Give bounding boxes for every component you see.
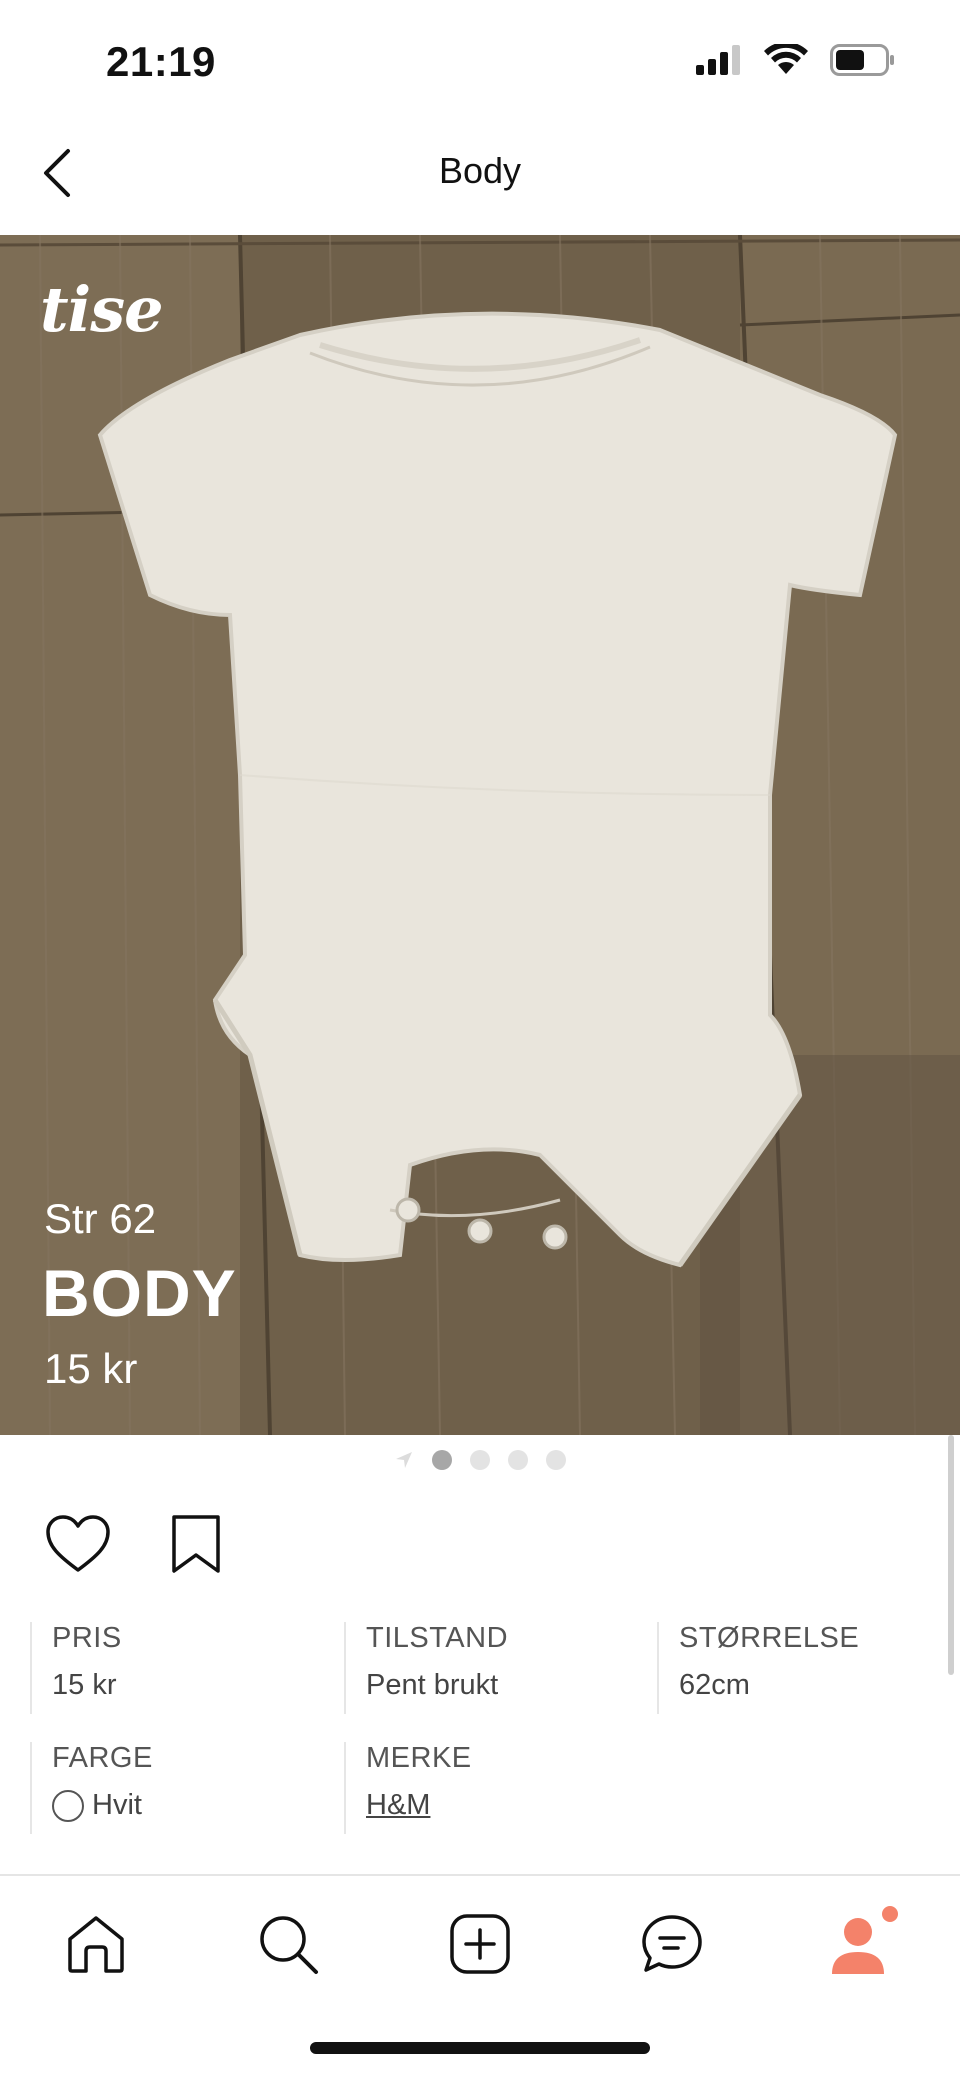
scrollbar[interactable] <box>948 1435 954 1675</box>
like-button[interactable] <box>44 1510 112 1578</box>
tab-bar <box>0 1874 960 2078</box>
save-button[interactable] <box>162 1510 230 1578</box>
page-title: Body <box>438 150 522 191</box>
attribute-condition: TILSTAND Pent brukt <box>344 1622 644 1714</box>
attribute-brand: MERKE H&M <box>344 1742 644 1834</box>
tab-search[interactable] <box>248 1904 328 1984</box>
attribute-value: 15 kr <box>52 1669 117 1701</box>
tab-add[interactable] <box>440 1904 520 1984</box>
chat-icon <box>642 1915 702 1972</box>
attribute-label: FARGE <box>52 1742 153 1774</box>
overlay-price: 15 kr <box>44 1345 138 1392</box>
tab-messages[interactable] <box>632 1904 712 1984</box>
attribute-label: STØRRELSE <box>679 1622 860 1654</box>
attribute-label: PRIS <box>52 1622 122 1654</box>
color-name: Hvit <box>92 1789 142 1821</box>
attribute-value: Hvit <box>52 1789 330 1822</box>
brand-link[interactable]: H&M <box>366 1789 644 1822</box>
status-time: 21:19 <box>106 38 216 85</box>
tise-logo: tise <box>40 273 164 346</box>
product-screen: 21:19 Body tise Str 62 BODY 15 kr PRIS 1… <box>0 0 960 2078</box>
pager-dot-1[interactable] <box>432 1450 452 1470</box>
home-icon <box>68 1916 124 1973</box>
attribute-value: Pent brukt <box>366 1669 499 1701</box>
attribute-size: STØRRELSE 62cm <box>657 1622 947 1714</box>
action-buttons <box>44 1510 230 1578</box>
home-indicator[interactable] <box>310 2042 650 2054</box>
attribute-price: PRIS 15 kr <box>30 1622 330 1714</box>
status-bar: 21:19 <box>0 0 960 120</box>
attribute-color: FARGE Hvit <box>30 1742 330 1834</box>
search-icon <box>260 1916 318 1974</box>
pager-dot-4[interactable] <box>546 1450 566 1470</box>
attribute-value: 62cm <box>679 1669 750 1701</box>
status-icons <box>694 44 896 76</box>
overlay-title: BODY <box>42 1256 237 1330</box>
color-swatch <box>52 1789 84 1822</box>
signal-icon <box>696 45 740 75</box>
bookmark-icon <box>172 1515 220 1573</box>
attribute-label: TILSTAND <box>366 1622 509 1654</box>
image-pager <box>0 1446 960 1474</box>
add-icon <box>450 1914 510 1974</box>
location-arrow-icon <box>396 1452 412 1468</box>
battery-icon <box>830 44 894 76</box>
profile-icon <box>832 1906 898 1974</box>
product-image-carousel[interactable]: tise Str 62 BODY 15 kr <box>0 235 960 1435</box>
pager-dot-3[interactable] <box>508 1450 528 1470</box>
tab-profile[interactable] <box>824 1904 904 1984</box>
pager-dot-2[interactable] <box>470 1450 490 1470</box>
heart-icon <box>46 1515 110 1572</box>
navigation-bar: Body <box>0 120 960 235</box>
wifi-icon <box>764 44 808 74</box>
overlay-size: Str 62 <box>44 1195 157 1242</box>
tab-home[interactable] <box>56 1904 136 1984</box>
attribute-label: MERKE <box>366 1742 472 1774</box>
